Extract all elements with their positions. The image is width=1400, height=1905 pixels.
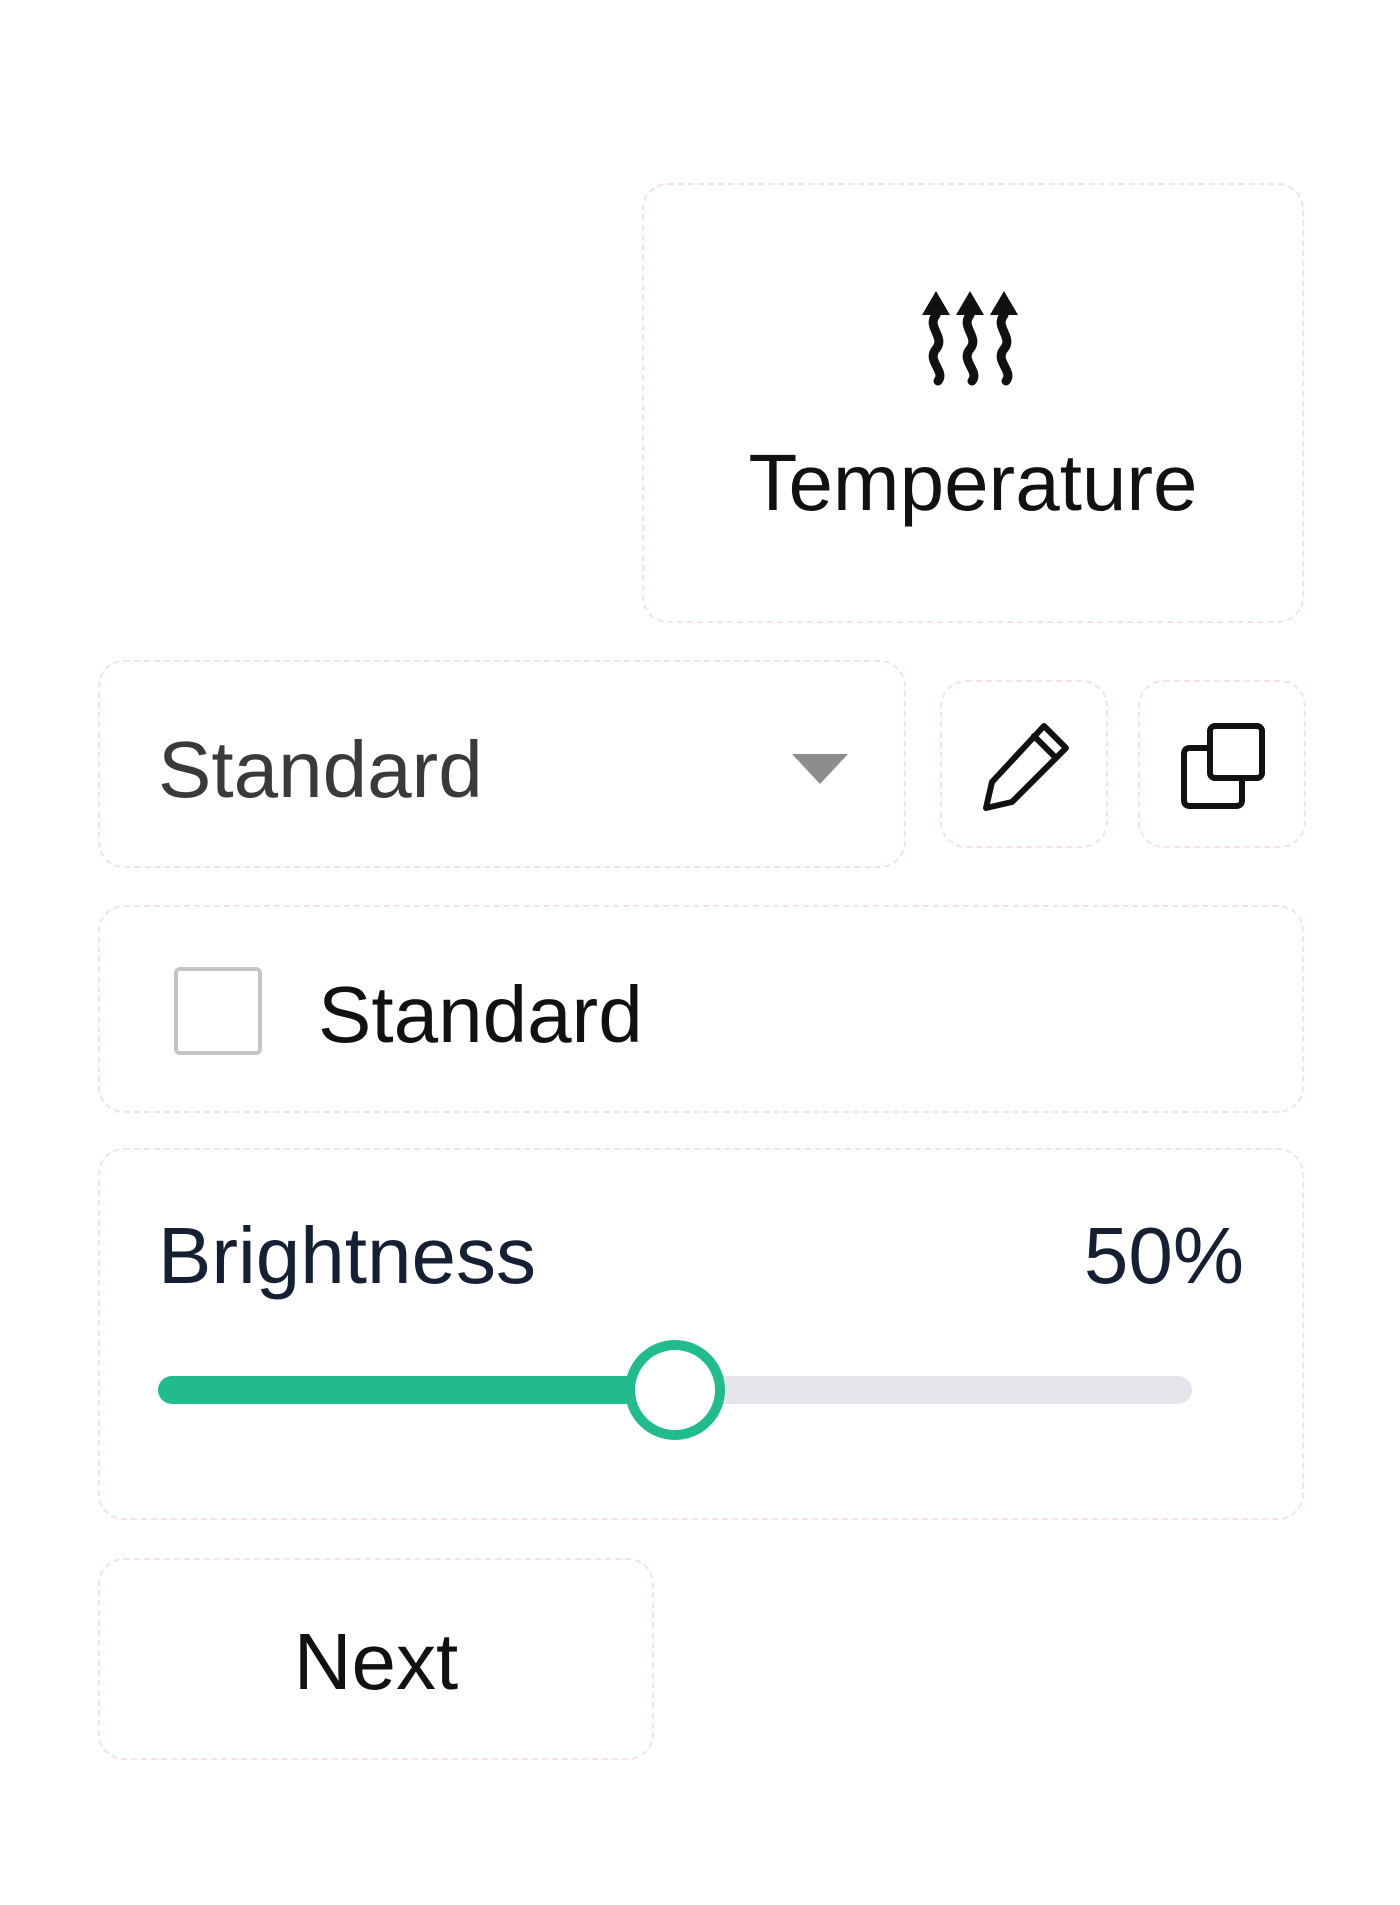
copy-icon bbox=[1181, 723, 1265, 809]
standard-checkbox[interactable] bbox=[174, 967, 262, 1055]
brightness-card: Brightness 50% bbox=[98, 1148, 1304, 1520]
brightness-slider-fill bbox=[158, 1376, 675, 1404]
brightness-slider-thumb[interactable] bbox=[625, 1340, 725, 1440]
temperature-tile[interactable]: Temperature bbox=[642, 183, 1304, 623]
brightness-value: 50% bbox=[1083, 1211, 1244, 1300]
next-button-label: Next bbox=[293, 1617, 459, 1706]
preset-dropdown[interactable]: Standard bbox=[98, 660, 906, 868]
standard-checkbox-row[interactable]: Standard bbox=[98, 905, 1304, 1113]
chevron-down-icon bbox=[792, 754, 848, 784]
temperature-label: Temperature bbox=[748, 438, 1198, 527]
copy-button[interactable] bbox=[1138, 680, 1306, 848]
next-button[interactable]: Next bbox=[98, 1558, 654, 1760]
brightness-slider-track[interactable] bbox=[158, 1340, 1192, 1440]
brightness-label: Brightness bbox=[158, 1211, 536, 1300]
preset-dropdown-value: Standard bbox=[158, 725, 483, 814]
checkbox-label: Standard bbox=[318, 970, 643, 1059]
pencil-icon bbox=[983, 723, 1069, 811]
heat-icon bbox=[922, 291, 1018, 386]
edit-button[interactable] bbox=[940, 680, 1108, 848]
